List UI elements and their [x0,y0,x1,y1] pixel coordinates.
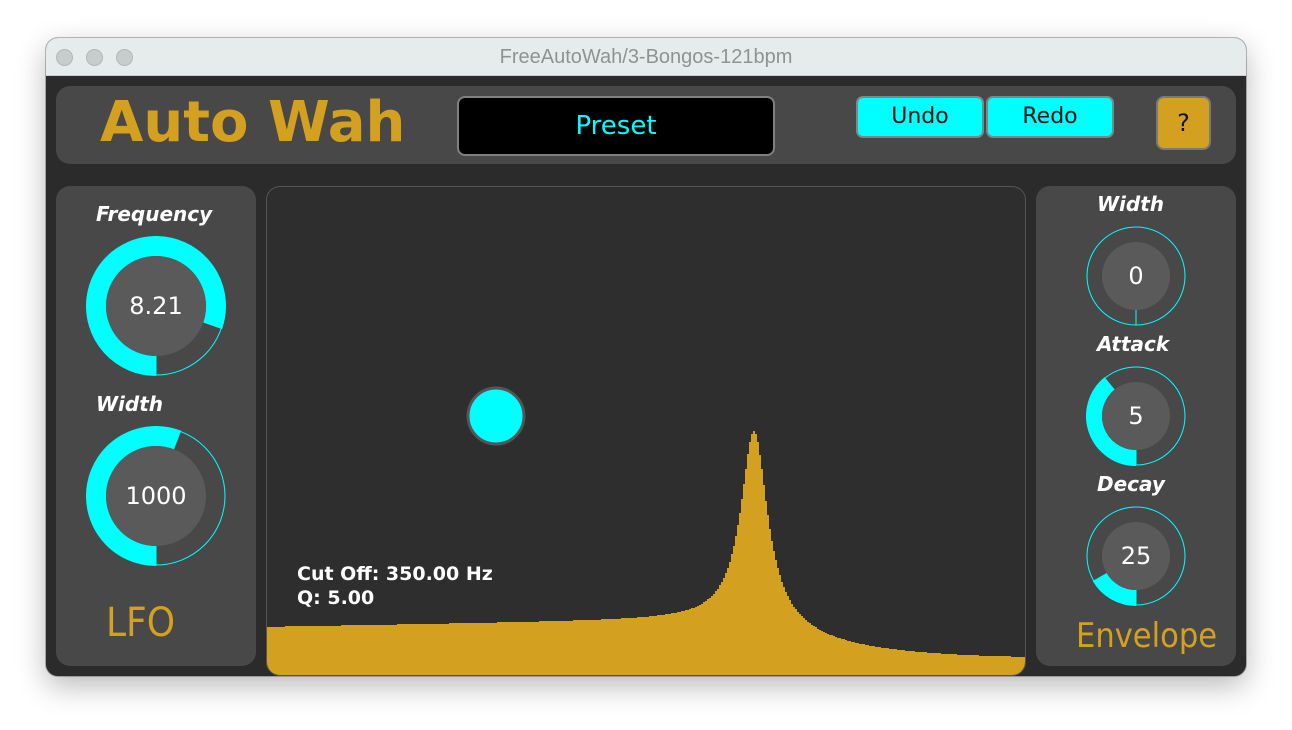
plugin-content: Auto Wah Preset Undo Redo ? Frequency 8.… [46,76,1246,676]
envelope-decay-label: Decay [1097,472,1165,496]
lfo-frequency-value: 8.21 [129,292,183,320]
plugin-window: FreeAutoWah/3-Bongos-121bpm Auto Wah Pre… [46,38,1246,676]
preset-button[interactable]: Preset [457,96,775,156]
filter-response-display[interactable]: Cut Off: 350.00 Hz Q: 5.00 [266,186,1026,676]
lfo-section-label: LFO [106,600,176,646]
envelope-width-value: 0 [1128,262,1144,290]
envelope-width-label: Width [1097,192,1165,216]
title-bar: FreeAutoWah/3-Bongos-121bpm [46,38,1246,76]
lfo-width-knob[interactable]: 1000 [86,426,226,566]
lfo-frequency-knob[interactable]: 8.21 [86,236,226,376]
lfo-panel: Frequency 8.21 Width 1000 LFO [56,186,256,666]
plugin-title: Auto Wah [100,90,406,155]
lfo-width-value: 1000 [125,482,187,510]
help-button[interactable]: ? [1156,96,1211,150]
envelope-decay-value: 25 [1120,542,1152,570]
envelope-attack-knob[interactable]: 5 [1086,366,1186,466]
envelope-section-label: Envelope [1076,616,1218,656]
redo-button[interactable]: Redo [986,96,1114,138]
cutoff-readout: Cut Off: 350.00 Hz [297,563,493,585]
lfo-width-label: Width [96,392,164,416]
cutoff-drag-handle[interactable] [466,386,526,446]
envelope-attack-value: 5 [1128,402,1144,430]
window-title: FreeAutoWah/3-Bongos-121bpm [499,46,793,68]
filter-curve-svg [267,386,1025,675]
q-readout: Q: 5.00 [297,587,375,609]
filter-response-curve [267,431,1025,675]
undo-button[interactable]: Undo [856,96,984,138]
envelope-panel: Width 0 Attack 5 Decay 25 Envelope [1036,186,1236,666]
lfo-frequency-label: Frequency [96,202,213,226]
envelope-attack-label: Attack [1097,332,1170,356]
envelope-decay-knob[interactable]: 25 [1086,506,1186,606]
header-panel: Auto Wah Preset Undo Redo ? [56,86,1236,164]
envelope-width-knob[interactable]: 0 [1086,226,1186,326]
